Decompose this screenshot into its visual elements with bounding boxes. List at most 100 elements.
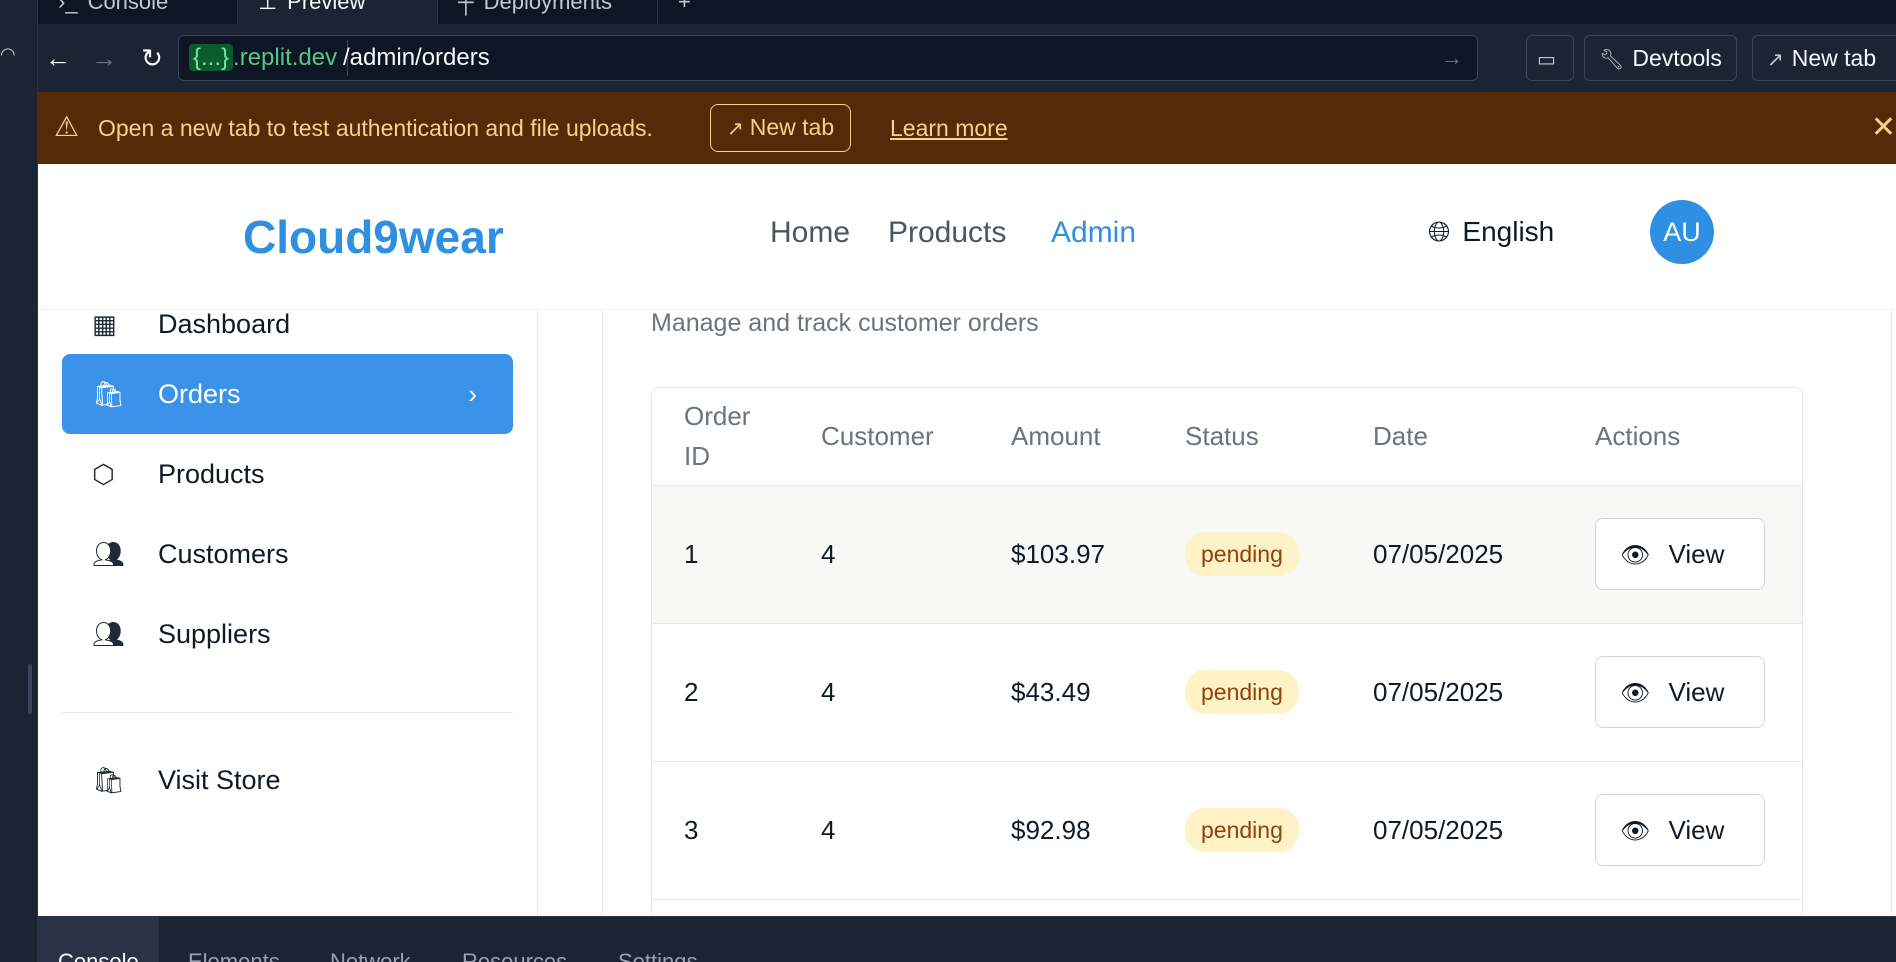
admin-sidebar: ▦ Dashboard 🛍︎ Orders › ⬡ Products 👥︎ Cu…: [38, 309, 538, 916]
eye-icon: 👁︎: [1620, 680, 1651, 707]
devtools-tab-elements[interactable]: Elements: [188, 917, 280, 962]
globe-icon: 🌐︎: [1428, 216, 1451, 247]
external-link-icon: ↗: [1767, 49, 1784, 71]
banner-button-label: New tab: [749, 114, 835, 140]
language-label: English: [1462, 216, 1555, 247]
status-cell: pending: [1153, 623, 1341, 762]
orders-table: Order ID Customer Amount Status Date Act…: [651, 387, 1803, 916]
devtools-panel: Console Elements Network Resources Setti…: [38, 916, 1896, 962]
url-toolbar: ← → ↻ {...} .replit.dev /admin/orders → ▭…: [38, 24, 1896, 92]
monitor-icon: ▭: [1537, 49, 1556, 71]
nav-admin[interactable]: Admin: [1051, 216, 1136, 250]
chevron-right-icon: ›: [468, 379, 477, 409]
avatar[interactable]: AU: [1650, 200, 1714, 264]
left-panel-strip: ◠: [0, 0, 38, 962]
banner-new-tab-button[interactable]: ↗ New tab: [710, 104, 852, 152]
actions-cell: 👁︎ View: [1563, 761, 1802, 900]
eye-icon: 👁︎: [1620, 542, 1651, 569]
go-arrow-icon[interactable]: →: [1441, 36, 1463, 80]
plus-icon: +: [678, 0, 691, 14]
visit-store-label: Visit Store: [158, 765, 281, 795]
users-icon: 👥︎: [92, 619, 126, 649]
tab-console[interactable]: ›_ Console: [38, 0, 238, 24]
sidebar-item-customers[interactable]: 👥︎ Customers: [62, 514, 513, 594]
domain-brace: {...}: [189, 44, 234, 71]
tab-label: Deployments: [483, 0, 612, 14]
date-cell: 07/05/2025: [1341, 761, 1563, 900]
tab-deployments[interactable]: ┼ Deployments: [438, 0, 658, 24]
open-new-tab-button[interactable]: ↗ New tab: [1752, 35, 1896, 81]
date-cell: 07/05/2025: [1341, 623, 1563, 762]
column-header: Order ID: [652, 388, 789, 486]
table-row[interactable]: 1 4 $103.97 pending 07/05/2025 👁︎ View: [652, 485, 1802, 624]
amount-cell: $43.49: [979, 623, 1153, 762]
tab-label: Console: [87, 0, 169, 14]
page-subtitle: Manage and track customer orders: [651, 309, 1039, 337]
status-badge: pending: [1185, 670, 1299, 714]
preview-icon: ⊥: [258, 0, 278, 14]
sidebar-item-label: Products: [158, 459, 265, 489]
visit-store-link[interactable]: 🛍︎ Visit Store: [62, 740, 513, 820]
package-icon: ⬡: [92, 459, 115, 489]
url-field[interactable]: {...} .replit.dev /admin/orders →: [178, 35, 1478, 81]
sidebar-item-label: Suppliers: [158, 619, 271, 649]
devtools-tab-resources[interactable]: Resources: [462, 917, 567, 962]
status-badge: pending: [1185, 808, 1299, 852]
sidebar-item-suppliers[interactable]: 👥︎ Suppliers: [62, 594, 513, 674]
forward-button[interactable]: →: [84, 40, 124, 76]
view-order-button[interactable]: 👁︎ View: [1595, 656, 1765, 728]
banner-message: Open a new tab to test authentication an…: [98, 115, 653, 141]
language-selector[interactable]: 🌐︎ English: [1428, 216, 1554, 249]
url-path: /admin/orders: [343, 44, 490, 71]
shopping-bag-icon: 🛍︎: [92, 379, 126, 409]
reload-button[interactable]: ↻: [132, 40, 172, 76]
column-header: Status: [1153, 388, 1341, 486]
terminal-icon: ›_: [58, 0, 78, 14]
nav-home[interactable]: Home: [770, 216, 850, 250]
partial-icon: ◠: [0, 44, 16, 64]
deploy-icon: ┼: [458, 0, 474, 14]
arrow-left-icon: ←: [45, 43, 71, 73]
back-button[interactable]: ←: [38, 40, 78, 76]
table-row[interactable]: 2 4 $43.49 pending 07/05/2025 👁︎ View: [652, 623, 1802, 762]
devtools-tab-settings[interactable]: Settings: [618, 917, 698, 962]
tab-preview[interactable]: ⊥ Preview: [238, 0, 438, 24]
view-label: View: [1668, 677, 1725, 707]
site-logo[interactable]: Cloud9wear: [243, 210, 504, 264]
sidebar-divider: [62, 712, 513, 713]
device-toggle-button[interactable]: ▭: [1526, 35, 1574, 81]
close-icon[interactable]: ✕: [1871, 92, 1896, 164]
date-cell: 07/05/2025: [1341, 485, 1563, 624]
column-header: Date: [1341, 388, 1563, 486]
resize-handle[interactable]: [28, 664, 32, 714]
status-cell: pending: [1153, 485, 1341, 624]
status-cell: pending: [1153, 761, 1341, 900]
order-id-cell: 1: [652, 485, 789, 624]
actions-cell: 👁︎ View: [1563, 485, 1802, 624]
new-tab-label: New tab: [1791, 45, 1877, 71]
view-label: View: [1668, 815, 1725, 845]
nav-products[interactable]: Products: [888, 216, 1006, 250]
add-tab-button[interactable]: +: [658, 0, 718, 24]
learn-more-link[interactable]: Learn more: [890, 92, 1008, 164]
sidebar-item-orders[interactable]: 🛍︎ Orders ›: [62, 354, 513, 434]
view-order-button[interactable]: 👁︎ View: [1595, 518, 1765, 590]
customer-cell: 4: [789, 623, 979, 762]
table-row[interactable]: 3 4 $92.98 pending 07/05/2025 👁︎ View: [652, 761, 1802, 900]
warning-banner: ⚠ Open a new tab to test authentication …: [38, 92, 1896, 164]
amount-cell: $103.97: [979, 485, 1153, 624]
customer-cell: 4: [789, 485, 979, 624]
view-label: View: [1668, 539, 1725, 569]
shopping-bag-icon: 🛍︎: [92, 765, 126, 795]
status-badge: pending: [1185, 532, 1299, 576]
users-icon: 👥︎: [92, 539, 126, 569]
view-order-button[interactable]: 👁︎ View: [1595, 794, 1765, 866]
site-header: Cloud9wear Home Products Admin 🌐︎ English…: [38, 164, 1896, 310]
devtools-tab-console[interactable]: Console: [38, 917, 159, 962]
sidebar-item-products[interactable]: ⬡ Products: [62, 434, 513, 514]
column-header: Amount: [979, 388, 1153, 486]
tab-label: Preview: [287, 0, 366, 14]
devtools-tab-network[interactable]: Network: [330, 917, 411, 962]
devtools-button[interactable]: 🔧︎ Devtools: [1584, 35, 1737, 81]
order-id-cell: 2: [652, 623, 789, 762]
